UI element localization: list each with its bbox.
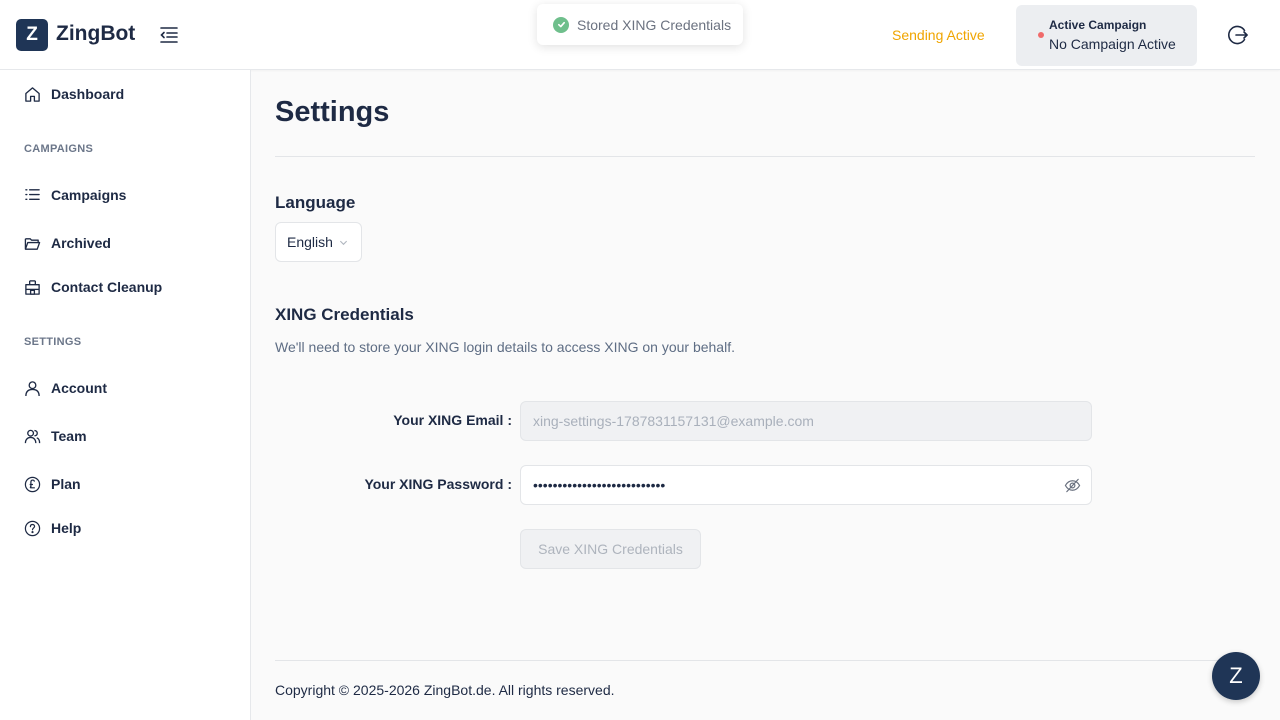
- active-campaign-title: Active Campaign: [1049, 18, 1147, 32]
- sidebar-item-label: Archived: [51, 235, 111, 251]
- user-icon: [25, 380, 40, 396]
- toast-message: Stored XING Credentials: [577, 16, 732, 33]
- main-content: Settings Language English XING Credentia…: [251, 70, 1280, 720]
- email-label: Your XING Email :: [393, 412, 512, 428]
- sidebar-item-archived[interactable]: Archived: [24, 231, 111, 255]
- building-icon: [25, 279, 40, 295]
- active-campaign-value: No Campaign Active: [1049, 36, 1176, 52]
- sidebar-item-contact-cleanup[interactable]: Contact Cleanup: [24, 275, 162, 299]
- credentials-heading: XING Credentials: [275, 305, 414, 324]
- sidebar: Dashboard CAMPAIGNS Campaigns Archived C…: [0, 70, 251, 720]
- title-divider: [275, 156, 1255, 157]
- password-field[interactable]: •••••••••••••••••••••••••••: [520, 465, 1092, 505]
- list-icon: [25, 188, 40, 200]
- email-field[interactable]: xing-settings-1787831157131@example.com: [520, 401, 1092, 441]
- chevron-down-icon: [339, 240, 347, 245]
- app-name[interactable]: ZingBot: [56, 22, 135, 46]
- sidebar-item-plan[interactable]: Plan: [24, 472, 81, 496]
- sidebar-item-label: Plan: [51, 476, 81, 492]
- toast-notification: Stored XING Credentials: [537, 4, 743, 45]
- sidebar-item-label: Account: [51, 380, 107, 396]
- folder-icon: [24, 237, 41, 250]
- active-campaign-indicator[interactable]: Active Campaign No Campaign Active: [1016, 5, 1197, 66]
- check-icon: [553, 16, 569, 33]
- footer-copyright: Copyright © 2025-2026 ZingBot.de. All ri…: [275, 682, 615, 698]
- language-heading: Language: [275, 193, 356, 212]
- eye-off-icon[interactable]: [1064, 477, 1081, 494]
- footer-divider: [275, 660, 1255, 661]
- language-value: English: [287, 234, 333, 250]
- status-dot: [1038, 32, 1044, 38]
- team-icon: [24, 429, 41, 443]
- chat-button[interactable]: Z: [1212, 652, 1260, 700]
- section-label-campaigns: CAMPAIGNS: [24, 143, 94, 155]
- sidebar-item-team[interactable]: Team: [24, 424, 87, 448]
- sidebar-item-label: Dashboard: [51, 86, 125, 102]
- help-icon: [24, 520, 41, 536]
- sidebar-item-dashboard[interactable]: Dashboard: [24, 82, 124, 106]
- sidebar-item-campaigns[interactable]: Campaigns: [24, 183, 126, 207]
- credentials-description: We'll need to store your XING login deta…: [275, 339, 735, 355]
- password-label: Your XING Password :: [364, 476, 512, 492]
- home-icon: [25, 86, 40, 102]
- page-title: Settings: [275, 96, 390, 128]
- password-value: •••••••••••••••••••••••••••: [533, 477, 666, 493]
- sending-status: Sending Active: [892, 27, 985, 43]
- section-label-settings: SETTINGS: [24, 336, 82, 348]
- save-credentials-button[interactable]: Save XING Credentials: [520, 529, 701, 569]
- sidebar-item-label: Campaigns: [51, 187, 127, 203]
- collapse-menu-icon[interactable]: [158, 24, 180, 46]
- logo-mark[interactable]: Z: [16, 19, 48, 51]
- logout-icon[interactable]: [1227, 24, 1249, 46]
- top-header: Z ZingBot Stored XING Credentials Sendin…: [0, 0, 1280, 70]
- sidebar-item-label: Help: [51, 520, 82, 536]
- pound-icon: [24, 476, 41, 492]
- sidebar-item-label: Team: [51, 428, 87, 444]
- sidebar-item-account[interactable]: Account: [24, 376, 107, 400]
- sidebar-item-help[interactable]: Help: [24, 516, 81, 540]
- language-select[interactable]: English: [275, 222, 362, 262]
- sidebar-item-label: Contact Cleanup: [51, 279, 163, 295]
